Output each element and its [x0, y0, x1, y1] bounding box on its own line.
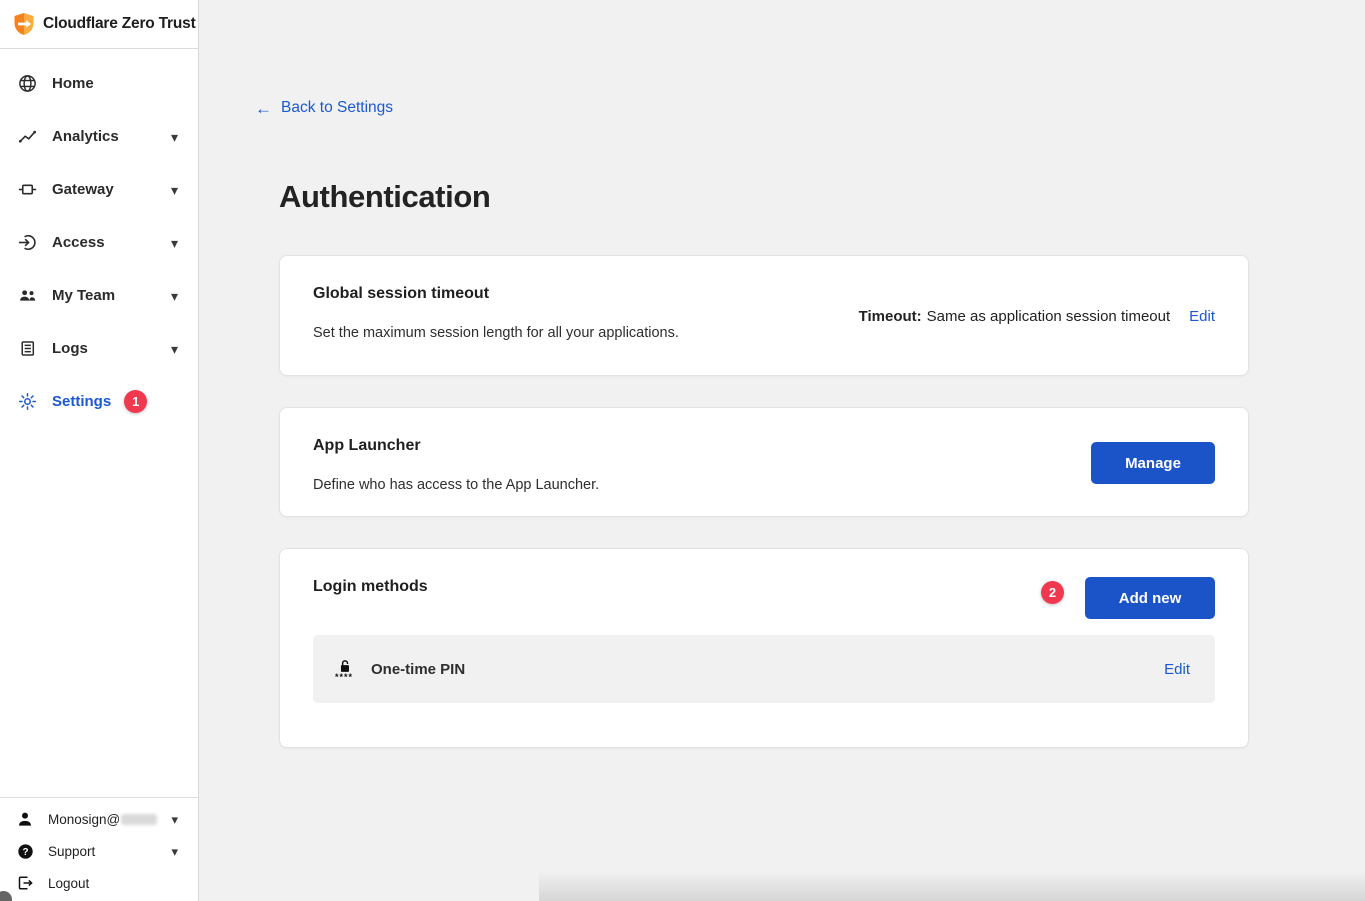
sidebar-nav: Home Analytics ▾ Gateway ▾ [0, 49, 198, 428]
edit-timeout-link[interactable]: Edit [1189, 308, 1215, 325]
sidebar-item-label: Settings [52, 393, 111, 410]
card-description: Define who has access to the App Launche… [313, 477, 599, 493]
login-method-name: One-time PIN [371, 661, 465, 678]
card-description: Set the maximum session length for all y… [313, 325, 679, 341]
app-launcher-card: App Launcher Define who has access to th… [279, 407, 1249, 517]
sidebar-item-label: Gateway [52, 181, 114, 198]
user-icon [15, 810, 35, 828]
sidebar-item-my-team[interactable]: My Team ▾ [0, 269, 198, 322]
timeout-value: Timeout:Same as application session time… [859, 308, 1171, 325]
sidebar-item-gateway[interactable]: Gateway ▾ [0, 163, 198, 216]
login-method-row: **** One-time PIN Edit [313, 635, 1215, 703]
card-title: Login methods [313, 578, 428, 596]
gear-icon [16, 392, 38, 411]
global-session-timeout-card: Global session timeout Set the maximum s… [279, 255, 1249, 376]
timeout-label: Timeout: [859, 308, 922, 325]
sidebar-footer: Monosign@ ▾ ? Support ▾ Logout [0, 797, 198, 901]
support-label: Support [48, 844, 95, 859]
back-link-label: Back to Settings [281, 99, 393, 117]
login-methods-card: Login methods 2 Add new **** One-time PI… [279, 548, 1249, 748]
chevron-down-icon[interactable]: ▾ [171, 813, 178, 826]
globe-icon [16, 74, 38, 93]
bottom-window-shadow [539, 871, 1365, 901]
sidebar-item-settings[interactable]: Settings 1 [0, 375, 198, 428]
chevron-down-icon[interactable]: ▾ [171, 236, 178, 250]
sidebar-item-home[interactable]: Home [0, 57, 198, 110]
cloudflare-zero-trust-logo-icon [13, 12, 35, 36]
chevron-down-icon[interactable]: ▾ [171, 183, 178, 197]
edit-login-method-link[interactable]: Edit [1164, 661, 1190, 678]
page-title: Authentication [279, 179, 490, 215]
support-menu[interactable]: ? Support ▾ [0, 835, 198, 867]
logs-icon [16, 339, 38, 358]
sidebar-item-logs[interactable]: Logs ▾ [0, 322, 198, 375]
card-title: App Launcher [313, 437, 421, 455]
pin-stars: **** [335, 674, 353, 680]
card-title: Global session timeout [313, 285, 489, 303]
user-email-redacted [121, 814, 157, 825]
annotation-badge-1: 1 [124, 390, 147, 413]
user-email: Monosign@ [48, 812, 120, 827]
sidebar-item-label: Logs [52, 340, 88, 357]
access-icon [16, 233, 38, 252]
manage-button[interactable]: Manage [1091, 442, 1215, 484]
chevron-down-icon[interactable]: ▾ [171, 342, 178, 356]
sidebar-item-label: My Team [52, 287, 115, 304]
chevron-down-icon[interactable]: ▾ [171, 289, 178, 303]
logout-label: Logout [48, 876, 89, 891]
help-icon: ? [15, 843, 35, 860]
analytics-icon [16, 127, 38, 146]
logout-icon [15, 874, 35, 892]
chevron-down-icon[interactable]: ▾ [171, 130, 178, 144]
add-new-button[interactable]: Add new [1085, 577, 1215, 619]
team-icon [16, 286, 38, 305]
timeout-row: Timeout:Same as application session time… [859, 256, 1215, 377]
back-to-settings-link[interactable]: ← Back to Settings [255, 99, 393, 117]
sidebar-item-analytics[interactable]: Analytics ▾ [0, 110, 198, 163]
logout-button[interactable]: Logout [0, 867, 198, 899]
logo-row: Cloudflare Zero Trust [0, 0, 198, 49]
sidebar-item-label: Access [52, 234, 105, 251]
one-time-pin-icon: **** [333, 659, 355, 680]
sidebar-item-access[interactable]: Access ▾ [0, 216, 198, 269]
annotation-badge-2: 2 [1041, 581, 1064, 604]
user-account-menu[interactable]: Monosign@ ▾ [0, 803, 198, 835]
sidebar: Cloudflare Zero Trust Home Analytics ▾ [0, 0, 199, 901]
sidebar-item-label: Home [52, 75, 94, 92]
chevron-down-icon[interactable]: ▾ [171, 845, 178, 858]
main-content: ← Back to Settings Authentication Global… [199, 0, 1365, 901]
back-arrow-icon: ← [255, 100, 272, 117]
sidebar-item-label: Analytics [52, 128, 119, 145]
svg-text:?: ? [22, 846, 28, 857]
gateway-icon [16, 180, 38, 199]
app-title: Cloudflare Zero Trust [43, 15, 196, 33]
